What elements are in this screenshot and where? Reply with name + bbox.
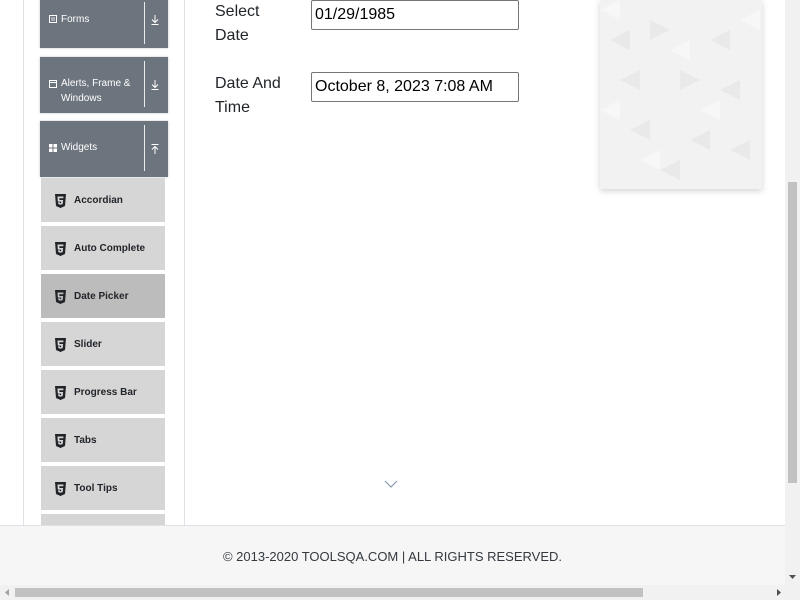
- sidebar-item-auto-complete[interactable]: Auto Complete: [41, 226, 165, 272]
- html5-icon: [55, 434, 66, 448]
- select-date-label: Select Date: [215, 3, 260, 44]
- sidebar-item-label: Tool Tips: [74, 483, 118, 494]
- sidebar-item-label: Tabs: [74, 435, 97, 446]
- sidebar-item-slider[interactable]: Slider: [41, 322, 165, 368]
- group-label: Widgets: [61, 142, 98, 153]
- horizontal-scrollbar-thumb[interactable]: [15, 588, 643, 597]
- sidebar-item-tabs[interactable]: Tabs: [41, 418, 165, 464]
- html5-icon: [55, 194, 66, 208]
- html5-icon: [55, 482, 66, 496]
- chevron-down-icon[interactable]: [384, 479, 398, 489]
- download-arrow-icon[interactable]: [149, 79, 161, 91]
- select-date-input[interactable]: [311, 0, 519, 30]
- sidebar-item-partial[interactable]: [41, 514, 165, 525]
- footer: © 2013-2020 TOOLSQA.COM | ALL RIGHTS RES…: [0, 525, 785, 585]
- footer-copyright: © 2013-2020 TOOLSQA.COM | ALL RIGHTS RES…: [222, 549, 563, 564]
- window-icon: [49, 80, 57, 88]
- vertical-scrollbar-thumb[interactable]: [788, 182, 797, 483]
- ad-banner: [600, 0, 762, 189]
- html5-icon: [55, 338, 66, 352]
- date-time-label: Date And Time: [215, 75, 281, 116]
- sidebar-item-label: Slider: [74, 339, 102, 350]
- html5-icon: [55, 290, 66, 304]
- download-arrow-icon[interactable]: [149, 14, 161, 26]
- upload-arrow-icon[interactable]: [149, 143, 161, 155]
- sidebar-item-tool-tips[interactable]: Tool Tips: [41, 466, 165, 512]
- divider: [144, 61, 145, 107]
- date-time-input[interactable]: [311, 72, 519, 102]
- triangle-pattern: [600, 0, 760, 180]
- sidebar-item-accordian[interactable]: Accordian: [41, 178, 165, 224]
- sidebar-item-label: Auto Complete: [74, 243, 146, 254]
- group-forms[interactable]: Forms: [40, 0, 168, 48]
- html5-icon: [55, 386, 66, 400]
- sidebar-item-label: Progress Bar: [74, 387, 137, 398]
- divider: [144, 125, 145, 171]
- widgets-icon: [49, 144, 57, 152]
- divider: [144, 2, 145, 44]
- html5-icon: [55, 242, 66, 256]
- group-label: Forms: [61, 14, 90, 25]
- group-alerts-frame-windows[interactable]: Alerts, Frame & Windows: [40, 57, 168, 113]
- group-widgets[interactable]: Widgets: [40, 121, 168, 177]
- sidebar-item-progress-bar[interactable]: Progress Bar: [41, 370, 165, 416]
- scroll-down-arrow-icon[interactable]: [788, 573, 797, 581]
- scroll-right-arrow-icon[interactable]: [775, 588, 783, 597]
- group-label: Alerts, Frame & Windows: [61, 78, 131, 104]
- form-icon: [49, 15, 57, 23]
- sidebar-item-label: Accordian: [74, 195, 123, 206]
- sidebar-item-label: Date Picker: [74, 291, 129, 302]
- scroll-left-arrow-icon[interactable]: [3, 588, 11, 597]
- sidebar-item-date-picker[interactable]: Date Picker: [41, 274, 165, 320]
